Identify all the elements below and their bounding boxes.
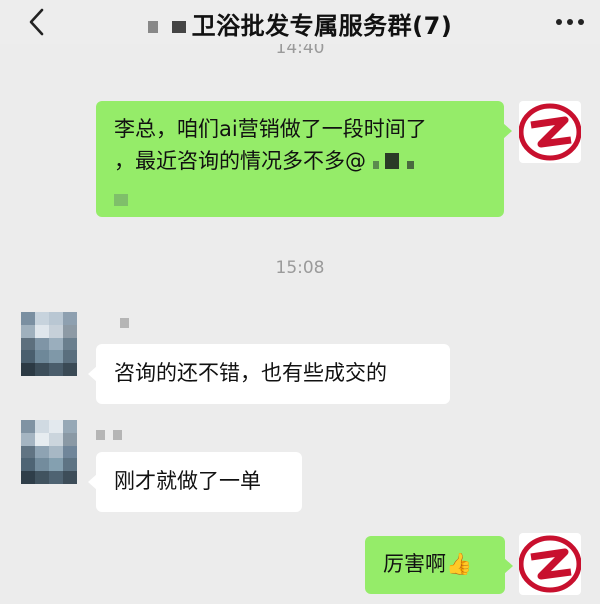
message-text: 厉害啊 bbox=[383, 552, 446, 576]
avatar[interactable] bbox=[21, 420, 77, 484]
group-name: 卫浴批发专属服务群(7) bbox=[191, 12, 453, 40]
chat-title: 卫浴批发专属服务群(7) bbox=[0, 6, 600, 41]
message-bubble-self[interactable]: 李总，咱们ai营销做了一段时间了 ，最近咨询的情况多不多@ bbox=[96, 101, 512, 217]
company-logo-avatar bbox=[518, 535, 582, 593]
message-bubble-other[interactable]: 刚才就做了一单 bbox=[88, 452, 302, 512]
avatar[interactable] bbox=[518, 533, 582, 595]
more-dots-icon bbox=[556, 19, 562, 25]
message-bubble-self[interactable]: 厉害啊👍 bbox=[365, 536, 513, 594]
message-text: ，最近咨询的情况多不多@ bbox=[114, 149, 366, 173]
redacted-mention bbox=[372, 146, 414, 178]
timestamp: 15:08 bbox=[275, 258, 325, 278]
redacted-sender-name bbox=[120, 318, 129, 328]
redacted-mark bbox=[147, 21, 158, 33]
company-logo-avatar bbox=[518, 103, 582, 161]
message-text-line: ，最近咨询的情况多不多@ bbox=[114, 145, 486, 178]
chat-header: 卫浴批发专属服务群(7) bbox=[0, 0, 600, 44]
redacted-sender-name bbox=[96, 430, 122, 440]
message-text-line: 李总，咱们ai营销做了一段时间了 bbox=[114, 117, 427, 141]
more-dot bbox=[567, 19, 573, 25]
avatar[interactable] bbox=[518, 101, 582, 163]
thumbs-up-emoji: 👍 bbox=[446, 552, 473, 576]
redacted-mention bbox=[114, 182, 486, 215]
more-button[interactable] bbox=[556, 10, 584, 34]
timestamp: 14:40 bbox=[275, 44, 325, 58]
more-dot bbox=[578, 19, 584, 25]
avatar[interactable] bbox=[21, 312, 77, 376]
redacted-mark bbox=[171, 21, 186, 33]
message-bubble-other[interactable]: 咨询的还不错，也有些成交的 bbox=[88, 344, 450, 404]
